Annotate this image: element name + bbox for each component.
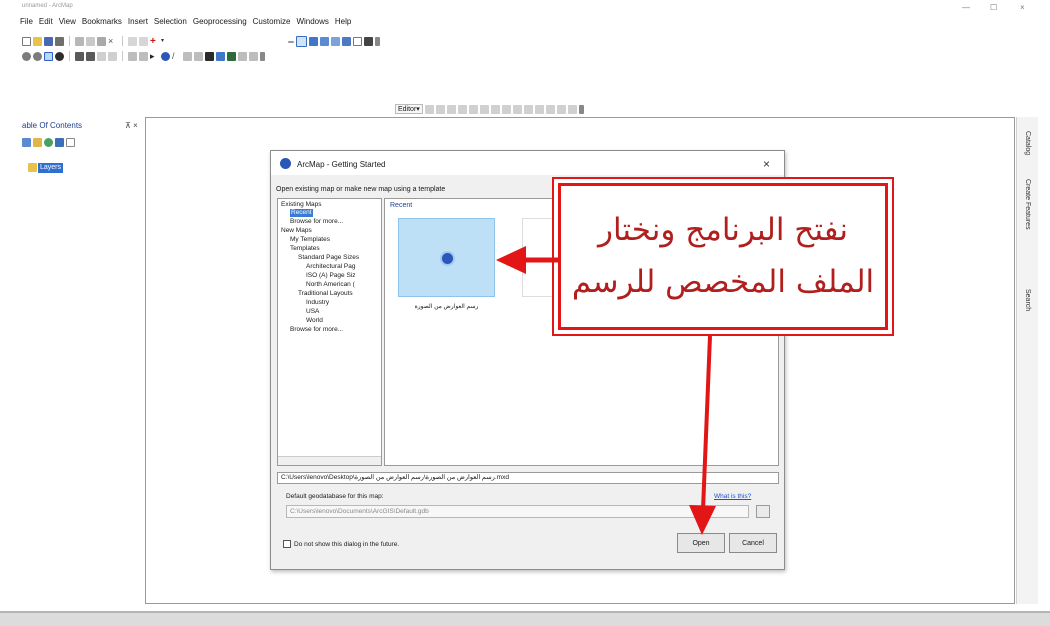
annotation-arrows — [496, 246, 716, 535]
arrow-to-thumbnail — [496, 246, 560, 274]
arrow-to-open-button — [689, 335, 716, 535]
